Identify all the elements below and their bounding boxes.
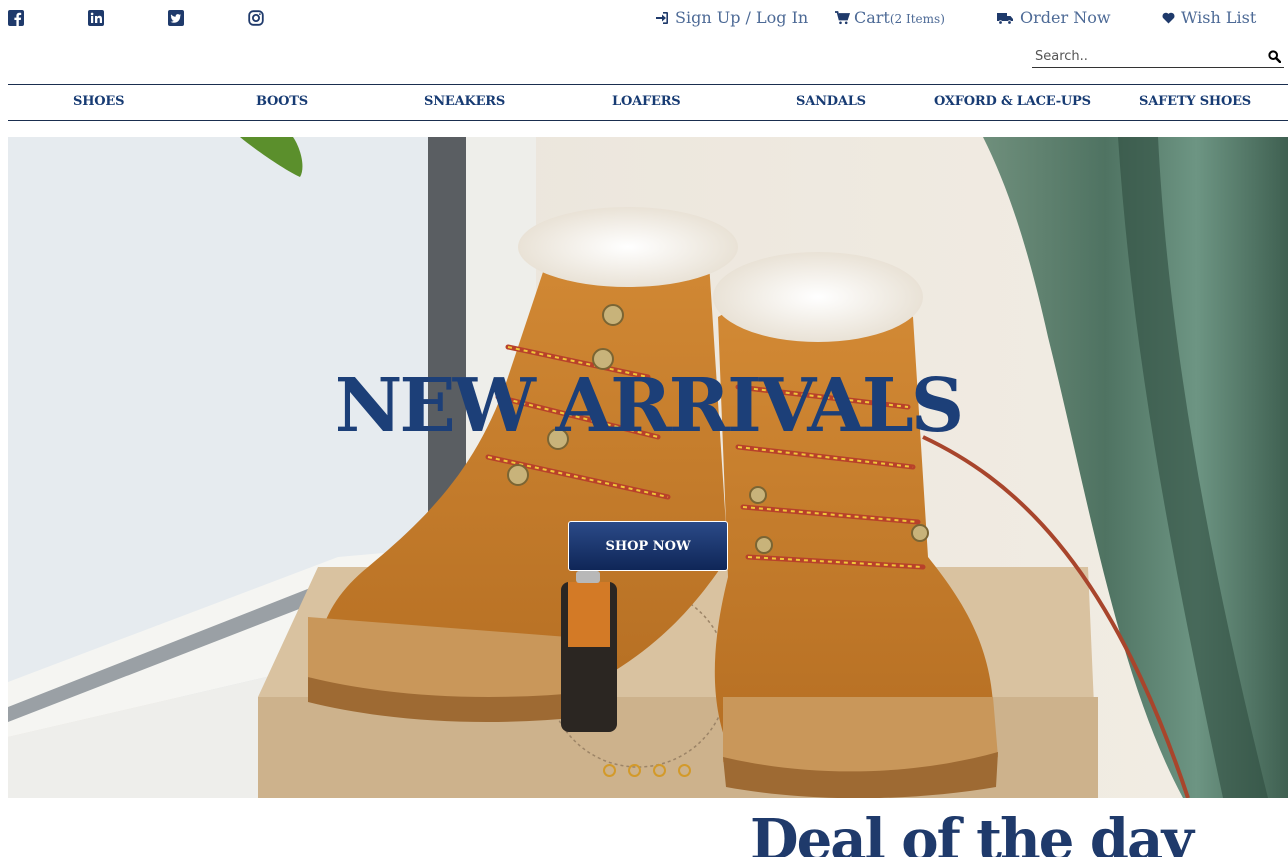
search-icon[interactable]: [1264, 47, 1284, 67]
cart-link[interactable]: Cart(2 Items): [835, 8, 945, 27]
signup-login-link[interactable]: Sign Up / Log In: [655, 8, 808, 27]
hero-title: NEW ARRIVALS: [334, 363, 965, 449]
carousel-dot[interactable]: [628, 764, 641, 777]
carousel-indicators: [603, 764, 691, 777]
sign-in-icon: [655, 11, 669, 25]
account-links: Sign Up / Log In Cart(2 Items) Order Now…: [0, 8, 1288, 30]
order-now-link[interactable]: Order Now: [997, 8, 1111, 27]
nav-item-oxford-lace-ups[interactable]: OXFORD & LACE-UPS: [934, 94, 1091, 109]
cart-icon: [835, 10, 850, 25]
deal-of-the-day-title: Deal of the day: [750, 807, 1194, 857]
wishlist-link[interactable]: Wish List: [1162, 8, 1256, 27]
shop-now-button[interactable]: SHOP NOW: [568, 521, 728, 571]
carousel-dot[interactable]: [653, 764, 666, 777]
hero-carousel: NEW ARRIVALS SHOP NOW: [8, 137, 1288, 798]
nav-item-boots[interactable]: BOOTS: [256, 94, 308, 109]
hero-image: [8, 137, 1288, 798]
heart-icon: [1162, 12, 1175, 24]
nav-item-loafers[interactable]: LOAFERS: [612, 94, 681, 109]
carousel-dot[interactable]: [678, 764, 691, 777]
wishlist-label: Wish List: [1181, 8, 1257, 27]
main-nav: SHOES BOOTS SNEAKERS LOAFERS SANDALS OXF…: [8, 84, 1288, 121]
cart-count: (2 Items): [889, 12, 945, 26]
signup-login-label: Sign Up / Log In: [675, 8, 809, 27]
cart-label: Cart: [854, 8, 890, 27]
order-now-label: Order Now: [1020, 8, 1111, 27]
nav-item-shoes[interactable]: SHOES: [73, 94, 124, 109]
nav-item-safety-shoes[interactable]: SAFETY SHOES: [1139, 94, 1251, 109]
search-input[interactable]: [1032, 46, 1264, 67]
nav-item-sandals[interactable]: SANDALS: [796, 94, 866, 109]
search-bar: [1032, 46, 1284, 68]
truck-icon: [997, 11, 1014, 25]
nav-item-sneakers[interactable]: SNEAKERS: [424, 94, 505, 109]
carousel-dot[interactable]: [603, 764, 616, 777]
